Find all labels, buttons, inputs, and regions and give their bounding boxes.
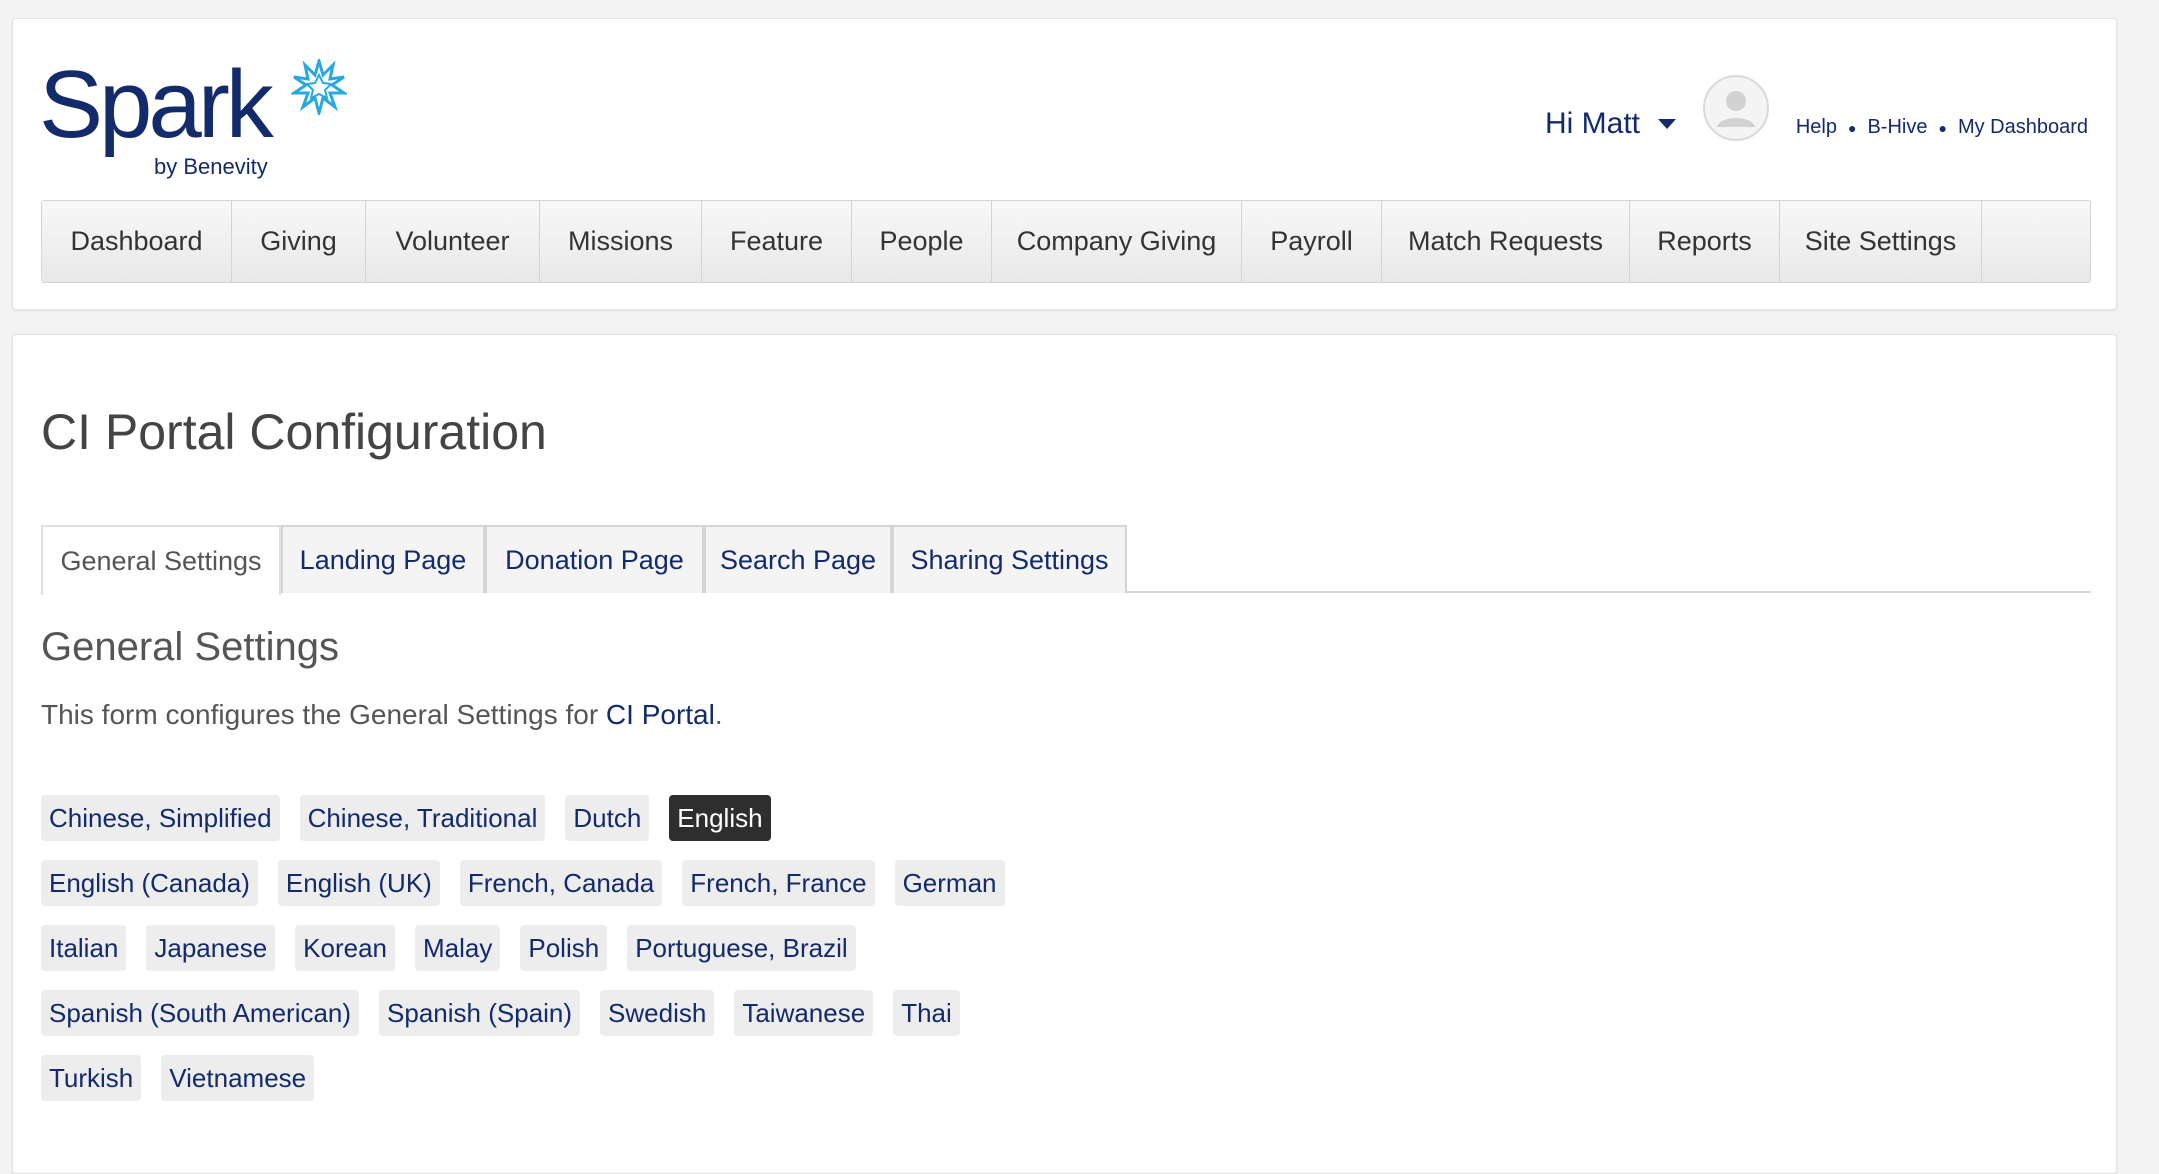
language-selector: Chinese, Simplified Chinese, Traditional D… <box>41 795 1025 1120</box>
spark-logo[interactable]: Spark by Benevity <box>39 57 359 187</box>
language-chip[interactable]: Vietnamese <box>161 1055 315 1101</box>
main-nav: Dashboard Giving Volunteer Missions Feat… <box>41 200 2091 283</box>
nav-item-company-giving[interactable]: Company Giving <box>992 201 1242 282</box>
b-hive-link[interactable]: B-Hive <box>1867 116 1927 139</box>
user-greeting: Hi Matt <box>1545 107 1641 140</box>
user-menu-toggle[interactable]: Hi Matt <box>1545 107 1677 141</box>
page-title: CI Portal Configuration <box>41 404 547 460</box>
tab-search-page[interactable]: Search Page <box>704 525 892 593</box>
tab-sharing-settings[interactable]: Sharing Settings <box>892 525 1127 593</box>
section-description: This form configures the General Setting… <box>41 699 723 731</box>
nav-item-giving[interactable]: Giving <box>232 201 366 282</box>
link-separator: ● <box>1938 119 1947 136</box>
language-chip[interactable]: Chinese, Traditional <box>299 795 546 841</box>
language-chip[interactable]: French, Canada <box>459 860 663 906</box>
my-dashboard-link[interactable]: My Dashboard <box>1958 116 2088 139</box>
chevron-down-icon <box>1658 119 1677 129</box>
description-suffix: . <box>714 699 723 730</box>
user-avatar-icon <box>1717 91 1755 127</box>
language-row: Italian Japanese Korean Malay Polish Portugue… <box>41 925 1025 973</box>
nav-item-payroll[interactable]: Payroll <box>1242 201 1382 282</box>
config-tabs: General Settings Landing Page Donation P… <box>41 525 2091 595</box>
nav-item-people[interactable]: People <box>852 201 992 282</box>
language-chip[interactable]: Spanish (Spain) <box>379 990 581 1036</box>
nav-item-missions[interactable]: Missions <box>540 201 702 282</box>
nav-item-volunteer[interactable]: Volunteer <box>366 201 540 282</box>
language-chip[interactable]: Swedish <box>600 990 715 1036</box>
language-chip[interactable]: Turkish <box>41 1055 142 1101</box>
logo-subtitle: by Benevity <box>154 154 268 179</box>
nav-item-dashboard[interactable]: Dashboard <box>42 201 232 282</box>
link-separator: ● <box>1847 119 1857 136</box>
logo-wordmark: Spark <box>39 51 274 158</box>
section-title: General Settings <box>41 625 339 669</box>
language-row: Spanish (South American) Spanish (Spain) S… <box>41 990 1025 1038</box>
language-chip[interactable]: Malay <box>415 925 501 971</box>
tab-donation-page[interactable]: Donation Page <box>485 525 704 593</box>
nav-item-site-settings[interactable]: Site Settings <box>1780 201 1982 282</box>
main-card: CI Portal Configuration General Settings… <box>12 334 2117 1174</box>
language-row: Chinese, Simplified Chinese, Traditional D… <box>41 795 1025 843</box>
language-chip[interactable]: Taiwanese <box>734 990 874 1036</box>
ci-portal-link[interactable]: CI Portal <box>606 699 715 730</box>
tab-general-settings[interactable]: General Settings <box>41 525 281 595</box>
language-row: Turkish Vietnamese <box>41 1055 1025 1103</box>
language-chip[interactable]: Italian <box>41 925 127 971</box>
avatar[interactable] <box>1703 75 1769 141</box>
description-text: This form configures the General Setting… <box>41 699 606 730</box>
language-chip[interactable]: German <box>894 860 1005 906</box>
language-chip[interactable]: English <box>669 795 771 841</box>
help-link[interactable]: Help <box>1796 116 1837 139</box>
language-chip[interactable]: Portuguese, Brazil <box>627 925 856 971</box>
spark-star-icon <box>291 59 347 115</box>
language-row: English (Canada) English (UK) French, Cana… <box>41 860 1025 908</box>
language-chip[interactable]: Chinese, Simplified <box>41 795 280 841</box>
language-chip[interactable]: Japanese <box>146 925 276 971</box>
language-chip[interactable]: English (UK) <box>277 860 440 906</box>
language-chip[interactable]: English (Canada) <box>41 860 258 906</box>
nav-item-reports[interactable]: Reports <box>1630 201 1780 282</box>
language-chip[interactable]: Polish <box>520 925 608 971</box>
language-chip[interactable]: French, France <box>682 860 875 906</box>
language-chip[interactable]: Spanish (South American) <box>41 990 360 1036</box>
tab-landing-page[interactable]: Landing Page <box>281 525 485 593</box>
language-chip[interactable]: Thai <box>893 990 960 1036</box>
language-chip[interactable]: Korean <box>295 925 395 971</box>
nav-item-feature[interactable]: Feature <box>702 201 852 282</box>
language-chip[interactable]: Dutch <box>565 795 650 841</box>
header-links: Help ● B-Hive ● My Dashboard <box>1796 116 2088 139</box>
nav-item-match-requests[interactable]: Match Requests <box>1382 201 1630 282</box>
header-card: Spark by Benevity Hi Matt Help ● B-Hive … <box>12 18 2117 310</box>
